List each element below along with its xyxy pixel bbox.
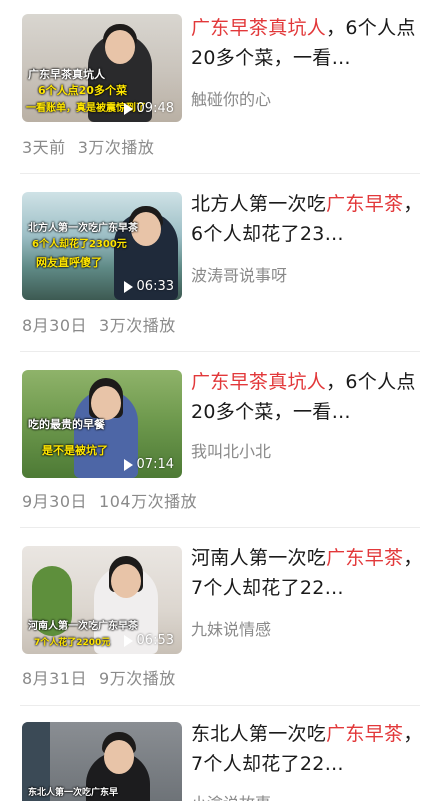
video-title[interactable]: 广东早茶真坑人，6个人点20多个菜，一看… — [191, 367, 423, 427]
video-title[interactable]: 河南人第一次吃广东早茶，7个人却花了22… — [191, 543, 423, 603]
play-count: 3万次播放 — [77, 138, 155, 157]
divider — [20, 351, 420, 352]
thumbnail-caption: 北方人第一次吃广东早茶 — [28, 223, 138, 234]
divider — [20, 173, 420, 174]
video-thumbnail[interactable]: 河南人第一次吃广东早茶 7个人花了2200元 06:53 — [22, 546, 182, 654]
video-meta: 8月31日 9万次播放 — [22, 665, 176, 689]
video-title[interactable]: 北方人第一次吃广东早茶，6个人却花了23… — [191, 189, 423, 249]
thumbnail-caption: 东北人第一次吃广东早 — [28, 788, 119, 798]
video-duration: 09:48 — [123, 101, 174, 116]
video-thumbnail[interactable]: 吃的最贵的早餐 是不是被坑了 07:14 — [22, 370, 182, 478]
video-meta: 3天前 3万次播放 — [22, 134, 154, 158]
video-author[interactable]: 九妹说情感 — [191, 616, 271, 640]
publish-date: 8月31日 — [22, 669, 88, 688]
video-author[interactable]: 我叫北小北 — [191, 438, 271, 462]
thumbnail-caption: 6个人却花了2300元 — [32, 239, 127, 250]
video-duration: 07:14 — [123, 457, 174, 472]
publish-date: 3天前 — [22, 138, 66, 157]
video-duration: 06:33 — [123, 279, 174, 294]
play-icon — [123, 634, 133, 647]
publish-date: 8月30日 — [22, 316, 88, 335]
video-meta: 9月30日 104万次播放 — [22, 488, 197, 512]
thumbnail-caption: 河南人第一次吃广东早茶 — [28, 621, 138, 632]
play-count: 9万次播放 — [99, 669, 176, 688]
video-thumbnail[interactable]: 广东早茶真坑人 6个人点20多个菜 一看账单，真是被震惊到了 09:48 — [22, 14, 182, 122]
thumbnail-caption: 6个人点20多个菜 — [38, 84, 127, 97]
video-feed: 广东早茶真坑人 6个人点20多个菜 一看账单，真是被震惊到了 09:48 广东早… — [0, 0, 440, 801]
video-thumbnail[interactable]: 北方人第一次吃广东早茶 6个人却花了2300元 网友直呼傻了 06:33 — [22, 192, 182, 300]
thumbnail-caption: 吃的最贵的早餐 — [28, 418, 105, 431]
video-author[interactable]: 触碰你的心 — [191, 86, 271, 110]
divider — [20, 527, 420, 528]
video-title[interactable]: 东北人第一次吃广东早茶，7个人却花了22… — [191, 719, 423, 779]
thumbnail-caption: 网友直呼傻了 — [36, 256, 102, 269]
publish-date: 9月30日 — [22, 492, 88, 511]
play-count: 3万次播放 — [99, 316, 176, 335]
play-icon — [123, 102, 133, 115]
video-title[interactable]: 广东早茶真坑人，6个人点20多个菜，一看… — [191, 13, 423, 73]
play-icon — [123, 458, 133, 471]
video-duration: 06:53 — [123, 633, 174, 648]
video-author[interactable]: 波涛哥说事呀 — [191, 262, 287, 286]
video-thumbnail[interactable]: 东北人第一次吃广东早 — [22, 722, 182, 801]
play-count: 104万次播放 — [99, 492, 198, 511]
thumbnail-caption: 广东早茶真坑人 — [28, 68, 105, 81]
video-meta: 8月30日 3万次播放 — [22, 312, 176, 336]
thumbnail-caption: 是不是被坑了 — [42, 444, 108, 457]
thumbnail-caption: 7个人花了2200元 — [34, 638, 111, 648]
video-author[interactable]: 小渝说故事 — [191, 790, 271, 801]
divider — [20, 705, 420, 706]
play-icon — [123, 280, 133, 293]
